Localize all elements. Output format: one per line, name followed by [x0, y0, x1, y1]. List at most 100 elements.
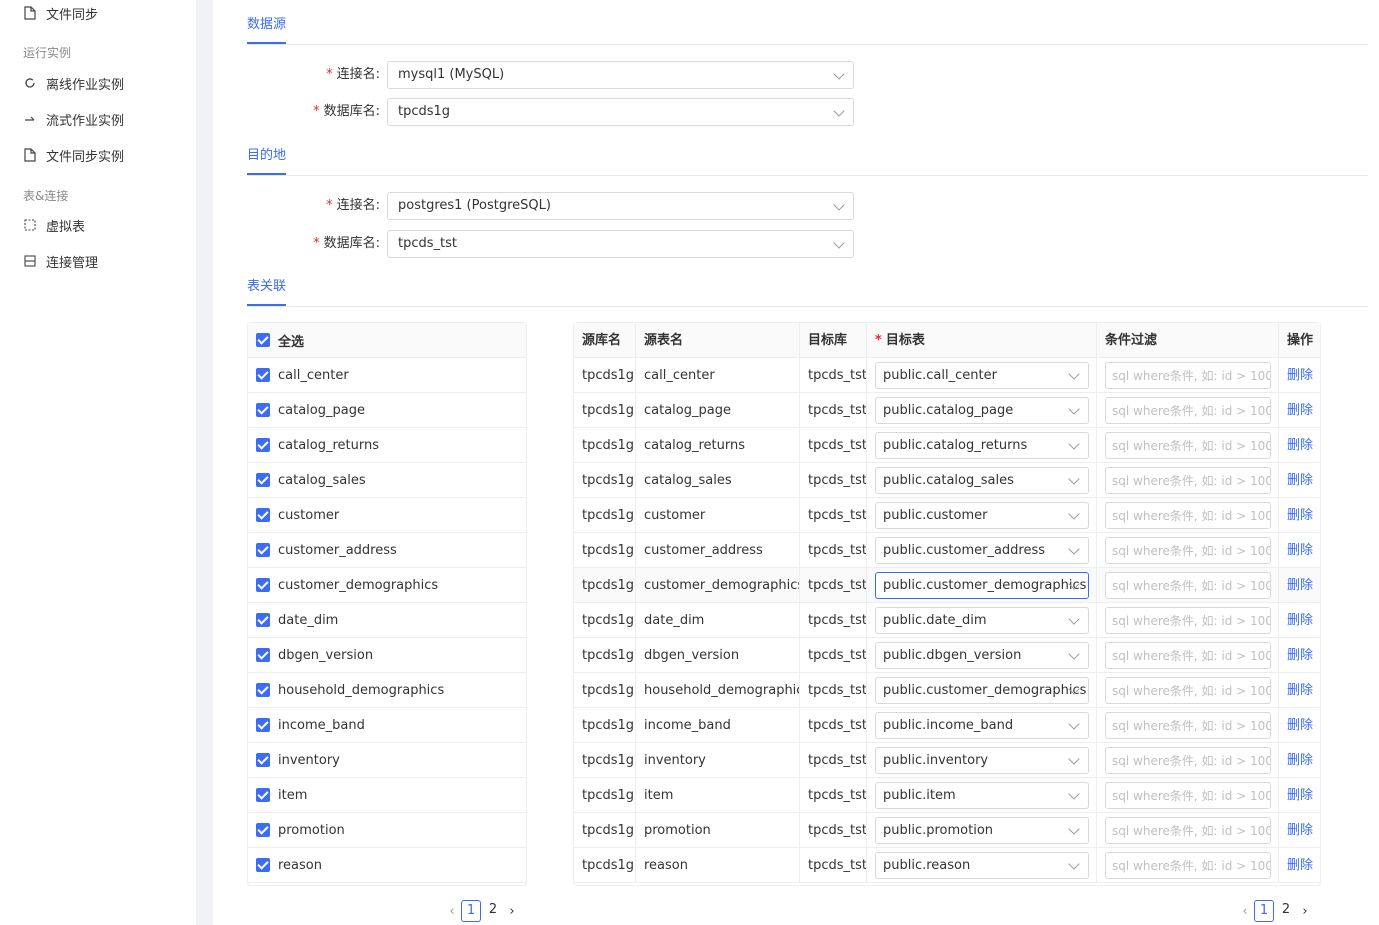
delete-link[interactable]: 删除 — [1287, 403, 1313, 418]
delete-link[interactable]: 删除 — [1287, 648, 1313, 663]
page-number[interactable]: 2 — [1276, 900, 1296, 922]
sidebar-item-virtual-tables[interactable]: 虚拟表 — [23, 213, 85, 237]
filter-condition-input[interactable] — [1105, 502, 1271, 529]
target-table-select[interactable]: public.catalog_page — [875, 397, 1089, 424]
target-table-select[interactable]: public.customer_address — [875, 537, 1089, 564]
delete-link[interactable]: 删除 — [1287, 788, 1313, 803]
delete-link[interactable]: 删除 — [1287, 508, 1313, 523]
delete-link[interactable]: 删除 — [1287, 473, 1313, 488]
delete-link[interactable]: 删除 — [1287, 718, 1313, 733]
filter-condition-input[interactable] — [1105, 397, 1271, 424]
checkbox-checked-icon[interactable] — [256, 683, 270, 697]
delete-link[interactable]: 删除 — [1287, 683, 1313, 698]
filter-condition-input[interactable] — [1105, 362, 1271, 389]
target-table-cell: public.promotion — [867, 813, 1097, 848]
target-table-select[interactable]: public.catalog_returns — [875, 432, 1089, 459]
target-table-select[interactable]: public.income_band — [875, 712, 1089, 739]
source-table-row[interactable]: household_demographics — [248, 673, 526, 708]
source-table-row[interactable]: customer_address — [248, 533, 526, 568]
target-table-select[interactable]: public.customer_demographics — [875, 677, 1089, 704]
checkbox-checked-icon[interactable] — [256, 438, 270, 452]
delete-link[interactable]: 删除 — [1287, 613, 1313, 628]
source-table-row[interactable]: catalog_sales — [248, 463, 526, 498]
source-table-row[interactable]: item — [248, 778, 526, 813]
source-table-row[interactable]: inventory — [248, 743, 526, 778]
checkbox-checked-icon[interactable] — [256, 368, 270, 382]
target-table-select[interactable]: public.reason — [875, 852, 1089, 879]
checkbox-checked-icon[interactable] — [256, 473, 270, 487]
target-connection-select[interactable]: postgres1 (PostgreSQL) — [387, 192, 854, 220]
target-table-select[interactable]: public.call_center — [875, 362, 1089, 389]
sidebar-item-offline-instances[interactable]: 离线作业实例 — [23, 71, 124, 95]
source-table-row[interactable]: dbgen_version — [248, 638, 526, 673]
checkbox-checked-icon[interactable] — [256, 403, 270, 417]
filter-condition-input[interactable] — [1105, 572, 1271, 599]
page-number[interactable]: 1 — [1254, 900, 1274, 922]
source-table-row[interactable]: reason — [248, 848, 526, 883]
sidebar-item-file-sync[interactable]: 文件同步 — [23, 1, 98, 25]
source-table-row[interactable]: call_center — [248, 358, 526, 393]
source-table-name: customer_address — [278, 542, 397, 558]
target-table-select[interactable]: public.inventory — [875, 747, 1089, 774]
filter-condition-input[interactable] — [1105, 642, 1271, 669]
sidebar-item-file-sync-instances[interactable]: 文件同步实例 — [23, 143, 124, 167]
filter-condition-input[interactable] — [1105, 467, 1271, 494]
source-table-cell: promotion — [636, 813, 800, 848]
source-database-select[interactable]: tpcds1g — [387, 98, 854, 126]
filter-condition-input[interactable] — [1105, 607, 1271, 634]
checkbox-checked-icon[interactable] — [256, 648, 270, 662]
target-table-select[interactable]: public.item — [875, 782, 1089, 809]
filter-condition-input[interactable] — [1105, 712, 1271, 739]
source-table-row[interactable]: promotion — [248, 813, 526, 848]
page-number[interactable]: 1 — [461, 900, 481, 922]
checkbox-checked-icon[interactable] — [256, 753, 270, 767]
checkbox-checked-icon[interactable] — [256, 823, 270, 837]
column-header: 目标库 — [800, 323, 867, 358]
target-table-select[interactable]: public.dbgen_version — [875, 642, 1089, 669]
delete-link[interactable]: 删除 — [1287, 753, 1313, 768]
delete-link[interactable]: 删除 — [1287, 823, 1313, 838]
target-table-select[interactable]: public.customer — [875, 502, 1089, 529]
delete-link[interactable]: 删除 — [1287, 368, 1313, 383]
source-table-row[interactable]: date_dim — [248, 603, 526, 638]
target-table-select[interactable]: public.catalog_sales — [875, 467, 1089, 494]
sidebar-item-connections[interactable]: 连接管理 — [23, 249, 98, 273]
delete-link[interactable]: 删除 — [1287, 438, 1313, 453]
target-table-select[interactable]: public.date_dim — [875, 607, 1089, 634]
prev-page-icon[interactable]: ‹ — [444, 900, 460, 922]
filter-condition-input[interactable] — [1105, 852, 1271, 879]
filter-condition-input[interactable] — [1105, 432, 1271, 459]
source-db-label: * 数据库名: — [313, 104, 380, 119]
delete-link[interactable]: 删除 — [1287, 543, 1313, 558]
delete-link[interactable]: 删除 — [1287, 858, 1313, 873]
prev-page-icon[interactable]: ‹ — [1237, 900, 1253, 922]
filter-condition-input[interactable] — [1105, 537, 1271, 564]
delete-link[interactable]: 删除 — [1287, 578, 1313, 593]
source-table-row[interactable]: customer_demographics — [248, 568, 526, 603]
checkbox-checked-icon[interactable] — [256, 788, 270, 802]
sidebar-item-stream-instances[interactable]: 流式作业实例 — [23, 107, 124, 131]
source-connection-select[interactable]: mysql1 (MySQL) — [387, 61, 854, 89]
target-table-select[interactable]: public.promotion — [875, 817, 1089, 844]
source-table-row[interactable]: customer — [248, 498, 526, 533]
checkbox-checked-icon[interactable] — [256, 543, 270, 557]
checkbox-checked-icon[interactable] — [256, 578, 270, 592]
page-number[interactable]: 2 — [483, 900, 503, 922]
source-table-row[interactable]: income_band — [248, 708, 526, 743]
filter-condition-input[interactable] — [1105, 677, 1271, 704]
checkbox-checked-icon[interactable] — [256, 858, 270, 872]
filter-condition-input[interactable] — [1105, 747, 1271, 774]
filter-condition-input[interactable] — [1105, 817, 1271, 844]
checkbox-checked-icon[interactable] — [256, 718, 270, 732]
checkbox-checked-icon[interactable] — [256, 333, 270, 347]
target-database-select[interactable]: tpcds_tst — [387, 230, 854, 258]
select-all-row[interactable]: 全选 — [248, 323, 526, 358]
next-page-icon[interactable]: › — [1297, 900, 1313, 922]
source-table-row[interactable]: catalog_returns — [248, 428, 526, 463]
source-table-row[interactable]: catalog_page — [248, 393, 526, 428]
next-page-icon[interactable]: › — [504, 900, 520, 922]
target-table-select[interactable]: public.customer_demographics — [875, 572, 1089, 599]
checkbox-checked-icon[interactable] — [256, 508, 270, 522]
checkbox-checked-icon[interactable] — [256, 613, 270, 627]
filter-condition-input[interactable] — [1105, 782, 1271, 809]
